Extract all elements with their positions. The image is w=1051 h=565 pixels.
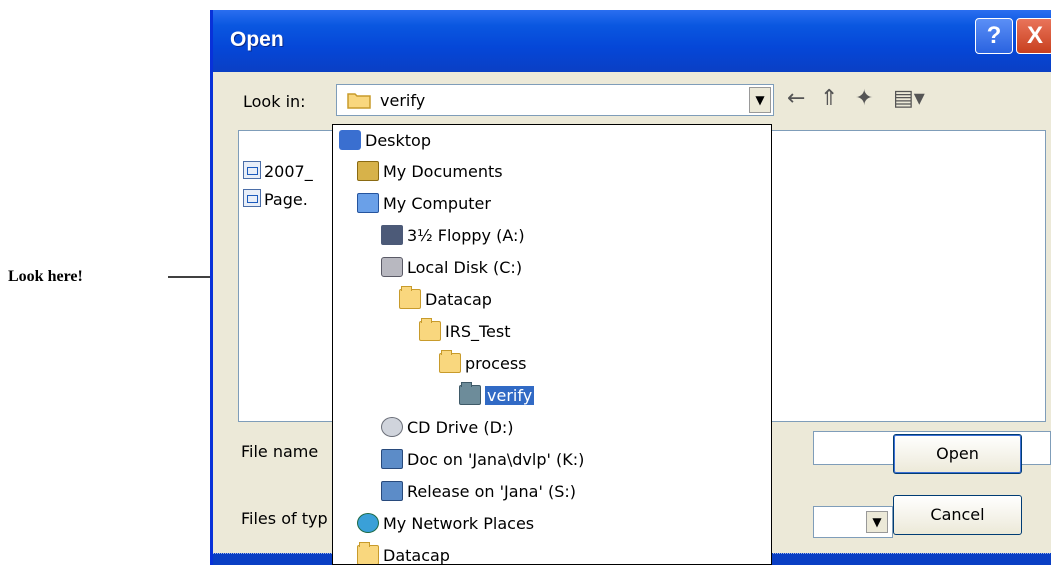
title-bar: Open ? X [213, 10, 1051, 72]
dropdown-item-label: Datacap [425, 290, 492, 309]
up-folder-icon[interactable]: ⇑ [820, 86, 838, 114]
desktop-icon [339, 130, 361, 150]
folder-icon [439, 350, 461, 373]
dropdown-item-irs-test[interactable]: IRS_Test [419, 318, 511, 348]
dropdown-item-label: Release on 'Jana' (S:) [407, 482, 576, 501]
file-name: Page. [264, 190, 308, 209]
list-item[interactable]: 2007_ [243, 161, 313, 181]
dropdown-item-label: Datacap [383, 546, 450, 565]
cancel-button[interactable]: Cancel [893, 495, 1022, 535]
dropdown-item-release-network-drive[interactable]: Release on 'Jana' (S:) [381, 478, 576, 508]
computer-icon [357, 193, 379, 213]
dropdown-item-datacap-2[interactable]: Datacap [357, 542, 450, 565]
dropdown-item-my-documents[interactable]: My Documents [357, 158, 503, 188]
new-folder-icon[interactable]: ✦ [855, 86, 873, 114]
folder-icon [357, 542, 379, 564]
dropdown-item-label: My Computer [383, 194, 491, 213]
folder-icon [419, 318, 441, 341]
dropdown-item-label: My Documents [383, 162, 503, 181]
dropdown-item-label: My Network Places [383, 514, 535, 533]
dropdown-item-label: IRS_Test [445, 322, 511, 341]
view-menu-icon[interactable]: ▤▾ [893, 86, 925, 114]
look-in-value: verify [380, 91, 426, 110]
close-button[interactable]: X [1016, 18, 1051, 54]
disk-icon [381, 257, 403, 277]
dropdown-item-floppy[interactable]: 3½ Floppy (A:) [381, 222, 525, 252]
network-places-icon [357, 513, 379, 533]
dropdown-item-label: CD Drive (D:) [407, 418, 514, 437]
dropdown-item-label: process [465, 354, 527, 373]
dropdown-item-local-disk[interactable]: Local Disk (C:) [381, 254, 522, 284]
network-drive-icon [381, 449, 403, 469]
dropdown-item-datacap[interactable]: Datacap [399, 286, 492, 316]
file-name-label: File name [241, 442, 319, 461]
folder-icon [347, 93, 371, 109]
dropdown-item-cd-drive[interactable]: CD Drive (D:) [381, 414, 514, 444]
network-drive-icon [381, 481, 403, 501]
open-button[interactable]: Open [893, 434, 1022, 474]
floppy-icon [381, 225, 403, 245]
list-item[interactable]: Page. [243, 189, 308, 209]
files-of-type-select[interactable]: ▼ [813, 506, 893, 538]
chevron-down-icon[interactable]: ▼ [749, 87, 771, 113]
file-name: 2007_ [264, 162, 313, 181]
dropdown-item-label: verify [485, 386, 535, 405]
look-in-combo[interactable]: verify ▼ [336, 84, 774, 116]
file-icon [243, 189, 261, 207]
help-button[interactable]: ? [975, 18, 1013, 54]
dropdown-item-verify[interactable]: verify [459, 382, 535, 412]
cd-drive-icon [381, 417, 403, 437]
dropdown-item-my-computer[interactable]: My Computer [357, 190, 491, 220]
dropdown-item-desktop[interactable]: Desktop [339, 127, 431, 157]
file-icon [243, 161, 261, 179]
dropdown-item-label: Local Disk (C:) [407, 258, 523, 277]
dropdown-item-my-network-places[interactable]: My Network Places [357, 510, 534, 540]
folder-icon [399, 286, 421, 309]
back-icon[interactable]: ← [787, 86, 805, 114]
files-of-type-label: Files of typ [241, 509, 328, 528]
dropdown-item-doc-network-drive[interactable]: Doc on 'Jana\dvlp' (K:) [381, 446, 584, 476]
documents-icon [357, 161, 379, 181]
look-in-label: Look in: [243, 92, 306, 111]
dropdown-item-label: 3½ Floppy (A:) [407, 226, 525, 245]
dropdown-item-process[interactable]: process [439, 350, 526, 380]
look-in-dropdown-list[interactable]: Desktop My Documents My Computer 3½ Flop… [332, 124, 772, 565]
chevron-down-icon[interactable]: ▼ [866, 511, 888, 533]
dialog-title: Open [230, 28, 284, 51]
dropdown-item-label: Desktop [365, 131, 431, 150]
dropdown-item-label: Doc on 'Jana\dvlp' (K:) [407, 450, 585, 469]
folder-open-icon [459, 382, 481, 405]
